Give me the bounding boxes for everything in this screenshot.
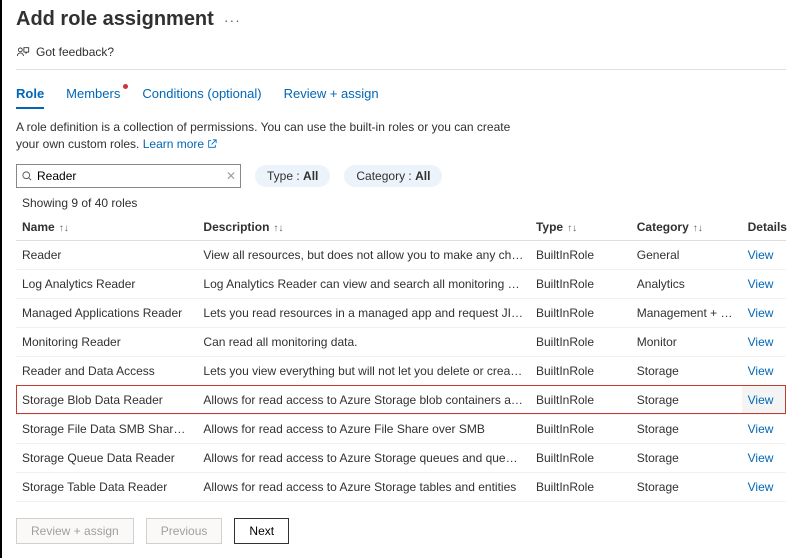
category-filter[interactable]: Category : All bbox=[344, 165, 442, 187]
learn-more-link[interactable]: Learn more bbox=[143, 137, 218, 151]
search-input[interactable] bbox=[33, 167, 226, 185]
search-input-wrapper[interactable]: ✕ bbox=[16, 164, 241, 188]
view-link[interactable]: View bbox=[748, 393, 774, 407]
role-description: Allows for read access to Azure File Sha… bbox=[197, 414, 530, 443]
role-type: BuiltInRole bbox=[530, 298, 631, 327]
role-category: Storage bbox=[631, 443, 742, 472]
sort-icon: ↑↓ bbox=[563, 223, 577, 234]
tab-role[interactable]: Role bbox=[16, 82, 44, 109]
role-category: Storage bbox=[631, 414, 742, 443]
sort-icon: ↑↓ bbox=[689, 223, 703, 234]
role-name: Monitoring Reader bbox=[16, 327, 197, 356]
feedback-link[interactable]: Got feedback? bbox=[16, 45, 786, 59]
role-description: Lets you read resources in a managed app… bbox=[197, 298, 530, 327]
view-link[interactable]: View bbox=[748, 364, 774, 378]
type-filter-value: All bbox=[303, 169, 318, 183]
role-name: Managed Applications Reader bbox=[16, 298, 197, 327]
category-filter-value: All bbox=[415, 169, 430, 183]
role-category: Storage bbox=[631, 385, 742, 414]
role-name: Storage Table Data Reader bbox=[16, 472, 197, 501]
col-details: Details bbox=[742, 214, 786, 241]
alert-dot-icon bbox=[123, 84, 128, 89]
tab-bar: Role Members Conditions (optional) Revie… bbox=[16, 78, 786, 109]
role-category: Storage bbox=[631, 472, 742, 501]
role-type: BuiltInRole bbox=[530, 385, 631, 414]
role-description: Can read all monitoring data. bbox=[197, 327, 530, 356]
col-name[interactable]: Name↑↓ bbox=[16, 214, 197, 241]
external-link-icon bbox=[207, 137, 217, 154]
table-row[interactable]: Log Analytics ReaderLog Analytics Reader… bbox=[16, 269, 786, 298]
roles-table: Name↑↓ Description↑↓ Type↑↓ Category↑↓ D… bbox=[16, 214, 786, 502]
table-row[interactable]: Reader and Data AccessLets you view ever… bbox=[16, 356, 786, 385]
next-button[interactable]: Next bbox=[234, 518, 289, 544]
role-type: BuiltInRole bbox=[530, 240, 631, 269]
feedback-icon bbox=[16, 45, 30, 59]
sort-icon: ↑↓ bbox=[55, 223, 69, 234]
role-category: Storage bbox=[631, 356, 742, 385]
divider bbox=[16, 69, 786, 70]
role-category: General bbox=[631, 240, 742, 269]
col-type[interactable]: Type↑↓ bbox=[530, 214, 631, 241]
role-name: Storage File Data SMB Share R… bbox=[16, 414, 197, 443]
page-title: Add role assignment bbox=[16, 8, 214, 31]
view-link[interactable]: View bbox=[748, 422, 774, 436]
role-type: BuiltInRole bbox=[530, 443, 631, 472]
table-row[interactable]: Storage Queue Data ReaderAllows for read… bbox=[16, 443, 786, 472]
tab-conditions[interactable]: Conditions (optional) bbox=[142, 82, 261, 109]
col-description[interactable]: Description↑↓ bbox=[197, 214, 530, 241]
col-category[interactable]: Category↑↓ bbox=[631, 214, 742, 241]
view-link[interactable]: View bbox=[748, 306, 774, 320]
role-description: Lets you view everything but will not le… bbox=[197, 356, 530, 385]
role-description: Allows for read access to Azure Storage … bbox=[197, 472, 530, 501]
view-link[interactable]: View bbox=[748, 335, 774, 349]
role-description: Log Analytics Reader can view and search… bbox=[197, 269, 530, 298]
results-count: Showing 9 of 40 roles bbox=[22, 196, 786, 210]
view-link[interactable]: View bbox=[748, 451, 774, 465]
view-link[interactable]: View bbox=[748, 480, 774, 494]
role-name: Storage Queue Data Reader bbox=[16, 443, 197, 472]
role-type: BuiltInRole bbox=[530, 269, 631, 298]
role-description: Allows for read access to Azure Storage … bbox=[197, 443, 530, 472]
intro-text: A role definition is a collection of per… bbox=[16, 119, 536, 154]
role-name: Storage Blob Data Reader bbox=[16, 385, 197, 414]
role-category: Analytics bbox=[631, 269, 742, 298]
table-row[interactable]: Storage Table Data ReaderAllows for read… bbox=[16, 472, 786, 501]
search-icon bbox=[21, 170, 33, 182]
table-row[interactable]: Managed Applications ReaderLets you read… bbox=[16, 298, 786, 327]
more-menu-icon[interactable]: ··· bbox=[224, 12, 241, 28]
review-assign-button: Review + assign bbox=[16, 518, 134, 544]
view-link[interactable]: View bbox=[748, 277, 774, 291]
role-description: Allows for read access to Azure Storage … bbox=[197, 385, 530, 414]
learn-more-label: Learn more bbox=[143, 137, 204, 151]
role-type: BuiltInRole bbox=[530, 327, 631, 356]
table-row[interactable]: Storage File Data SMB Share R…Allows for… bbox=[16, 414, 786, 443]
previous-button: Previous bbox=[146, 518, 223, 544]
role-type: BuiltInRole bbox=[530, 356, 631, 385]
tab-review[interactable]: Review + assign bbox=[284, 82, 379, 109]
view-link[interactable]: View bbox=[748, 248, 774, 262]
tab-members[interactable]: Members bbox=[66, 82, 120, 109]
type-filter[interactable]: Type : All bbox=[255, 165, 330, 187]
role-name: Log Analytics Reader bbox=[16, 269, 197, 298]
type-filter-label: Type : bbox=[267, 169, 303, 183]
sort-icon: ↑↓ bbox=[269, 223, 283, 234]
category-filter-label: Category : bbox=[356, 169, 415, 183]
role-name: Reader bbox=[16, 240, 197, 269]
role-type: BuiltInRole bbox=[530, 414, 631, 443]
role-category: Monitor bbox=[631, 327, 742, 356]
intro-text-body: A role definition is a collection of per… bbox=[16, 120, 510, 151]
table-row[interactable]: Monitoring ReaderCan read all monitoring… bbox=[16, 327, 786, 356]
feedback-label: Got feedback? bbox=[36, 45, 114, 59]
tab-members-label: Members bbox=[66, 86, 120, 101]
role-description: View all resources, but does not allow y… bbox=[197, 240, 530, 269]
role-name: Reader and Data Access bbox=[16, 356, 197, 385]
table-row[interactable]: ReaderView all resources, but does not a… bbox=[16, 240, 786, 269]
table-row[interactable]: Storage Blob Data ReaderAllows for read … bbox=[16, 385, 786, 414]
role-category: Management + Gover… bbox=[631, 298, 742, 327]
clear-search-icon[interactable]: ✕ bbox=[226, 169, 236, 183]
role-type: BuiltInRole bbox=[530, 472, 631, 501]
